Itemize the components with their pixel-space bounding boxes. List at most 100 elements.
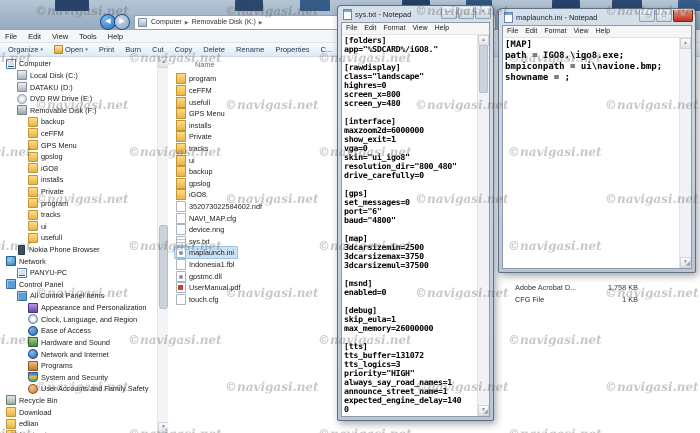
control-icon xyxy=(6,279,16,289)
tree-item-ceffm[interactable]: ceFFM xyxy=(0,128,157,140)
tree-item-local-disk-c[interactable]: Local Disk (C:) xyxy=(0,70,157,82)
notepad-titlebar[interactable]: maplaunch.ini - Notepad — ▢ ✕ xyxy=(499,9,695,25)
tree-item-igo8[interactable]: iGO8 xyxy=(0,162,157,174)
tree-item-panyu-pc[interactable]: PANYU-PC xyxy=(0,267,157,279)
breadcrumb-computer[interactable]: Computer xyxy=(149,19,184,26)
doc-icon xyxy=(176,294,186,305)
toolbar-c[interactable]: C... xyxy=(321,45,333,54)
notepad-scrollbar[interactable]: ▲ ▼ xyxy=(477,35,489,416)
tree-item-programs[interactable]: Programs xyxy=(0,360,157,372)
toolbar-open[interactable]: Open▾ xyxy=(54,45,88,54)
tree-item-appearance-and-personalization[interactable]: Appearance and Personalization xyxy=(0,302,157,314)
tree-item-ui[interactable]: ui xyxy=(0,221,157,233)
close-button[interactable]: ✕ xyxy=(673,10,693,22)
tree-item-facebook[interactable]: facebook xyxy=(0,430,157,433)
breadcrumb-removable-disk-k[interactable]: Removable Disk (K:) xyxy=(190,19,258,26)
toolbar-properties[interactable]: Properties xyxy=(275,45,309,54)
folder-icon xyxy=(176,189,186,200)
menu-view[interactable]: View xyxy=(574,28,589,35)
menu-edit[interactable]: Edit xyxy=(525,28,537,35)
notepad-body: File Edit Format View Help [MAP] path = IGO8… xyxy=(502,25,692,269)
menu-edit[interactable]: Edit xyxy=(28,32,41,41)
tree-item-network-and-internet[interactable]: Network and Internet xyxy=(0,348,157,360)
toolbar-rename[interactable]: Rename xyxy=(236,45,264,54)
scrollbar-thumb[interactable] xyxy=(479,45,488,93)
tree-item-download[interactable]: Download xyxy=(0,406,157,418)
menu-file[interactable]: File xyxy=(507,28,518,35)
minimize-button[interactable]: — xyxy=(639,10,655,22)
maximize-button[interactable]: ▢ xyxy=(656,10,672,22)
tree-item-ease-of-access[interactable]: Ease of Access xyxy=(0,325,157,337)
chevron-right-icon: ▶ xyxy=(258,20,264,26)
tree-item-private[interactable]: Private xyxy=(0,186,157,198)
maximize-button[interactable]: ▢ xyxy=(458,7,474,19)
tree-item-removable-disk-f[interactable]: Removable Disk (F:) xyxy=(0,104,157,116)
tree-item-usefull[interactable]: usefull xyxy=(0,232,157,244)
close-button[interactable]: ✕ xyxy=(475,7,491,19)
scrollbar-thumb[interactable] xyxy=(159,225,168,309)
folder-icon xyxy=(6,407,16,417)
tree-item-edlian[interactable]: edlian xyxy=(0,418,157,430)
column-header-name[interactable]: Name xyxy=(195,60,214,69)
minimize-button[interactable]: — xyxy=(441,7,457,19)
folder-icon xyxy=(176,143,186,154)
clock-icon xyxy=(28,314,38,324)
tree-item-tracks[interactable]: tracks xyxy=(0,209,157,221)
file-namebox[interactable]: touch.cfg xyxy=(174,293,223,306)
resize-grip[interactable]: ◢ xyxy=(685,260,690,267)
folder-icon xyxy=(28,117,38,127)
document-text[interactable]: [folders] app="%SDCARD%/iGO8." [rawdispl… xyxy=(342,35,489,415)
tree-item-hardware-and-sound[interactable]: Hardware and Sound xyxy=(0,337,157,349)
menu-format[interactable]: Format xyxy=(544,28,566,35)
tree-item-backup[interactable]: backup xyxy=(0,116,157,128)
tree-item-clock-language-and-region[interactable]: Clock, Language, and Region xyxy=(0,313,157,325)
recycle-icon xyxy=(6,395,16,405)
toolbar-copy[interactable]: Copy xyxy=(175,45,193,54)
notepad-scrollbar[interactable]: ▲ ▼ xyxy=(679,38,691,268)
tree-item-dataku-d[interactable]: DATAKU (D:) xyxy=(0,81,157,93)
tree-item-label: iGO8 xyxy=(41,164,58,173)
toolbar-delete[interactable]: Delete xyxy=(203,45,225,54)
resize-grip[interactable]: ◢ xyxy=(483,408,488,415)
forward-button[interactable]: ▶ xyxy=(114,14,130,30)
menu-help[interactable]: Help xyxy=(435,25,449,32)
tree-item-installs[interactable]: installs xyxy=(0,174,157,186)
text-area[interactable]: [folders] app="%SDCARD%/iGO8." [rawdispl… xyxy=(342,35,489,416)
ini-icon xyxy=(176,247,186,258)
document-text[interactable]: [MAP] path = IGO8.\igo8.exe; bmpiconpath… xyxy=(503,38,691,85)
toolbar-label: Burn xyxy=(125,45,141,54)
text-area[interactable]: [MAP] path = IGO8.\igo8.exe; bmpiconpath… xyxy=(503,38,691,268)
menu-tools[interactable]: Tools xyxy=(79,32,97,41)
tree-item-system-and-security[interactable]: System and Security xyxy=(0,371,157,383)
tree-item-recycle-bin[interactable]: Recycle Bin xyxy=(0,395,157,407)
tree-item-network[interactable]: Network xyxy=(0,255,157,267)
folder-icon xyxy=(176,73,186,84)
desktop-blob xyxy=(235,0,263,11)
tree-item-all-control-panel-items[interactable]: All Control Panel Items xyxy=(0,290,157,302)
notepad-icon xyxy=(343,9,352,20)
menu-help[interactable]: Help xyxy=(596,28,610,35)
tree-item-user-accounts-and-family-safety[interactable]: User Accounts and Family Safety xyxy=(0,383,157,395)
tree-item-gpslog[interactable]: gpslog xyxy=(0,151,157,163)
tree-item-gps-menu[interactable]: GPS Menu xyxy=(0,139,157,151)
menu-file[interactable]: File xyxy=(346,25,357,32)
tree-item-computer[interactable]: Computer xyxy=(0,58,157,70)
menu-format[interactable]: Format xyxy=(383,25,405,32)
tree-item-program[interactable]: program xyxy=(0,197,157,209)
menu-view[interactable]: View xyxy=(413,25,428,32)
folder-icon xyxy=(28,187,38,197)
tree-item-dvd-rw-drive-e[interactable]: DVD RW Drive (E:) xyxy=(0,93,157,105)
toolbar-print[interactable]: Print xyxy=(99,45,114,54)
menu-help[interactable]: Help xyxy=(108,32,123,41)
toolbar-cut[interactable]: Cut xyxy=(152,45,164,54)
cd-icon xyxy=(17,94,27,104)
menu-edit[interactable]: Edit xyxy=(364,25,376,32)
menu-file[interactable]: File xyxy=(5,32,17,41)
toolbar-organize[interactable]: Organize▾ xyxy=(8,45,43,54)
notepad-titlebar[interactable]: sys.txt - Notepad — ▢ ✕ xyxy=(338,6,493,22)
tree-item-control-panel[interactable]: Control Panel xyxy=(0,279,157,291)
tree-item-nokia-phone-browser[interactable]: Nokia Phone Browser xyxy=(0,244,157,256)
toolbar-burn[interactable]: Burn xyxy=(125,45,141,54)
menu-view[interactable]: View xyxy=(52,32,68,41)
scroll-up-icon[interactable]: ▲ xyxy=(680,38,691,49)
